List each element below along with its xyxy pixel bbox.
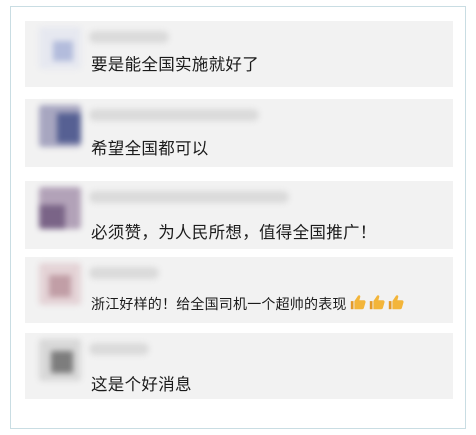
thumbs-up-icon xyxy=(369,295,385,310)
username-redacted xyxy=(89,31,169,43)
thumbs-up-icon xyxy=(388,295,404,310)
emoji-group xyxy=(349,293,406,315)
avatar[interactable] xyxy=(39,187,81,229)
comment-text: 希望全国都可以 xyxy=(91,139,209,158)
avatar[interactable] xyxy=(39,105,81,147)
comment-text: 浙江好样的！给全国司机一个超帅的表现 xyxy=(91,293,406,315)
comment-card[interactable]: 必须赞，为人民所想，值得全国推广！ xyxy=(25,181,453,249)
username-redacted xyxy=(89,343,149,355)
comment-card[interactable]: 希望全国都可以 xyxy=(25,99,453,167)
comment-card[interactable]: 浙江好样的！给全国司机一个超帅的表现 xyxy=(25,257,453,323)
comment-card[interactable]: 要是能全国实施就好了 xyxy=(25,21,453,87)
thumbs-up-icon xyxy=(350,295,366,310)
username-redacted xyxy=(89,191,289,203)
comment-text: 必须赞，为人民所想，值得全国推广！ xyxy=(91,223,377,242)
comment-card[interactable]: 这是个好消息 xyxy=(25,333,453,399)
comment-panel: 要是能全国实施就好了 希望全国都可以 必须赞，为人民所想，值得全国推广！ 浙江好… xyxy=(10,6,466,429)
username-redacted xyxy=(89,109,259,121)
comment-text: 这是个好消息 xyxy=(91,375,192,394)
avatar[interactable] xyxy=(39,263,81,305)
avatar[interactable] xyxy=(39,27,81,69)
comment-text: 要是能全国实施就好了 xyxy=(91,55,259,74)
comment-text-content: 浙江好样的！给全国司机一个超帅的表现 xyxy=(91,297,347,313)
avatar[interactable] xyxy=(39,339,81,381)
username-redacted xyxy=(89,267,159,279)
